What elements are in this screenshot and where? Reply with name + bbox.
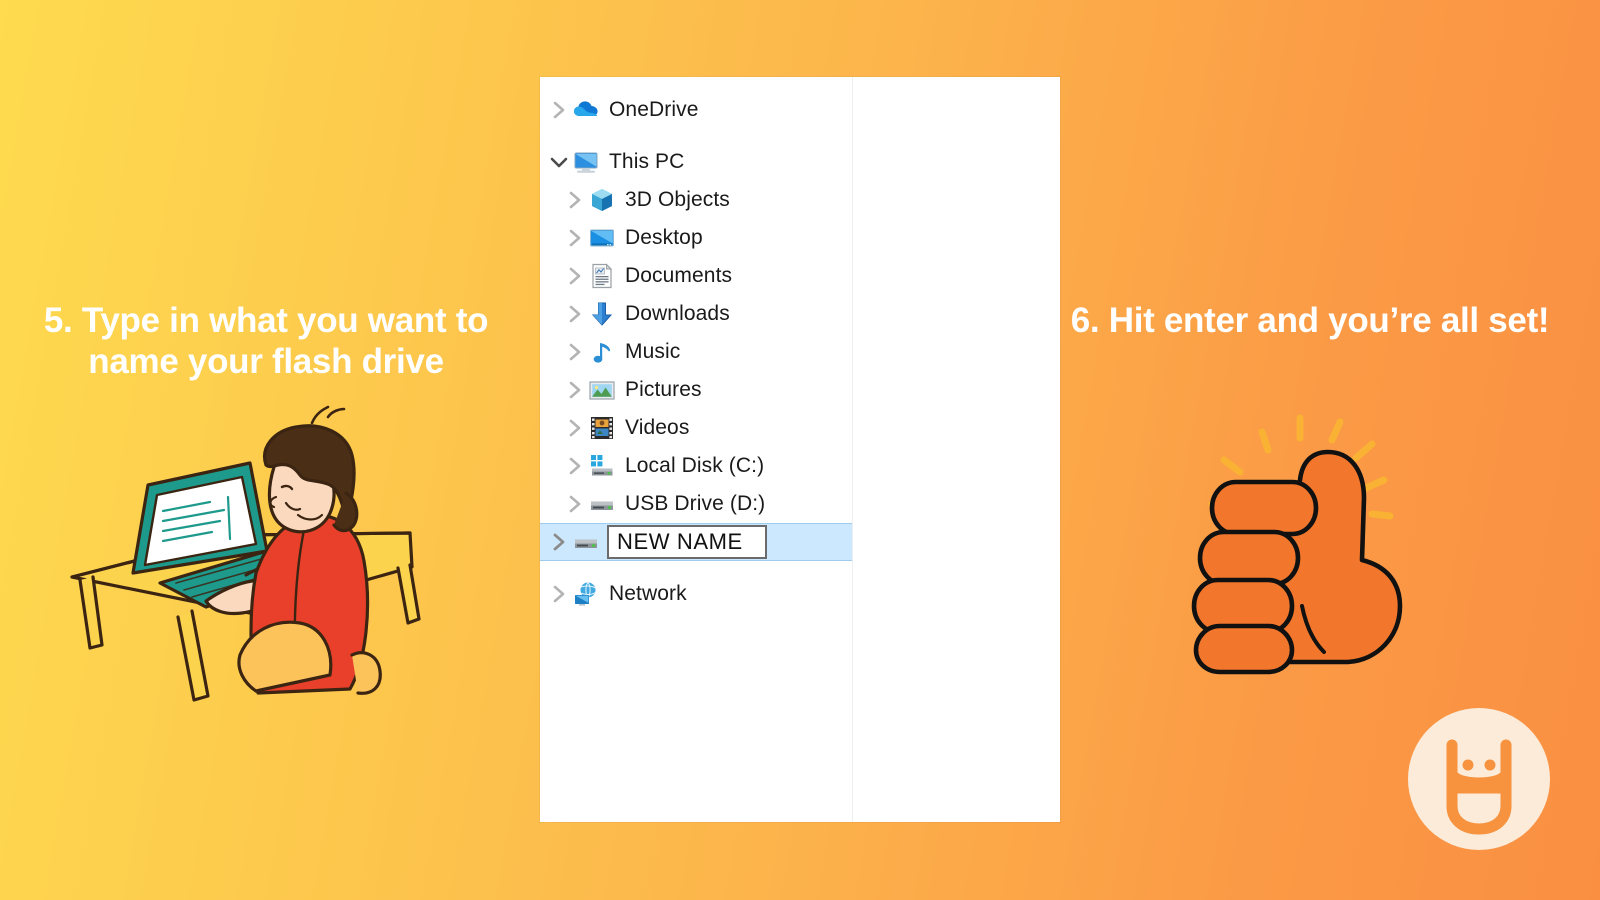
tree-item-label: Music xyxy=(625,340,681,363)
file-explorer-window: OneDrive This PC 3D Objects Desktop Docu… xyxy=(540,77,1060,822)
music-note-icon xyxy=(588,338,616,366)
videos-film-icon xyxy=(588,414,616,442)
chevron-right-icon[interactable] xyxy=(562,187,588,213)
tree-item-videos[interactable]: Videos xyxy=(540,409,852,447)
tree-item-label: 3D Objects xyxy=(625,188,730,211)
tree-item-desktop[interactable]: Desktop xyxy=(540,219,852,257)
brand-logo xyxy=(1408,708,1550,850)
chevron-right-icon[interactable] xyxy=(562,415,588,441)
tree-item-renaming-drive[interactable]: NEW NAME xyxy=(540,523,852,561)
tree-item-local-disk-c[interactable]: Local Disk (C:) xyxy=(540,447,852,485)
content-pane[interactable] xyxy=(853,77,1060,822)
caption-step-5: 5. Type in what you want to name your fl… xyxy=(43,301,489,382)
onedrive-cloud-icon xyxy=(572,96,600,124)
tree-item-label: USB Drive (D:) xyxy=(625,492,766,515)
rename-input[interactable]: NEW NAME xyxy=(607,525,767,559)
chevron-right-icon[interactable] xyxy=(546,581,572,607)
chevron-right-icon[interactable] xyxy=(562,491,588,517)
tree-item-documents[interactable]: Documents xyxy=(540,257,852,295)
person-typing-on-laptop-illustration xyxy=(60,405,450,705)
tree-item-onedrive[interactable]: OneDrive xyxy=(540,91,852,129)
chevron-right-icon[interactable] xyxy=(562,263,588,289)
chevron-right-icon[interactable] xyxy=(546,529,572,555)
tree-item-label: Network xyxy=(609,582,687,605)
downloads-arrow-icon xyxy=(588,300,616,328)
3d-objects-cube-icon xyxy=(588,186,616,214)
documents-icon xyxy=(588,262,616,290)
chevron-right-icon[interactable] xyxy=(562,225,588,251)
chevron-right-icon[interactable] xyxy=(546,97,572,123)
tree-item-label: Pictures xyxy=(625,378,702,401)
thumbs-up-illustration xyxy=(1150,410,1420,675)
tree-item-label: OneDrive xyxy=(609,98,699,121)
usb-drive-icon xyxy=(588,490,616,518)
chevron-right-icon[interactable] xyxy=(562,301,588,327)
chevron-down-icon[interactable] xyxy=(546,149,572,175)
tree-item-label: Videos xyxy=(625,416,690,439)
tree-item-label: Downloads xyxy=(625,302,730,325)
tree-item-network[interactable]: Network xyxy=(540,575,852,613)
chevron-right-icon[interactable] xyxy=(562,377,588,403)
tree-item-music[interactable]: Music xyxy=(540,333,852,371)
tree-item-this-pc[interactable]: This PC xyxy=(540,143,852,181)
tree-item-label: Documents xyxy=(625,264,733,287)
tree-item-3d-objects[interactable]: 3D Objects xyxy=(540,181,852,219)
chevron-right-icon[interactable] xyxy=(562,453,588,479)
caption-step-6: 6. Hit enter and you’re all set! xyxy=(1070,301,1550,340)
local-disk-icon xyxy=(588,452,616,480)
navigation-pane[interactable]: OneDrive This PC 3D Objects Desktop Docu… xyxy=(540,77,853,822)
usb-drive-icon xyxy=(572,528,600,556)
pictures-icon xyxy=(588,376,616,404)
tree-item-label: Local Disk (C:) xyxy=(625,454,765,477)
chevron-right-icon[interactable] xyxy=(562,339,588,365)
network-icon xyxy=(572,580,600,608)
desktop-icon xyxy=(588,224,616,252)
this-pc-monitor-icon xyxy=(572,148,600,176)
tree-item-usb-drive-d[interactable]: USB Drive (D:) xyxy=(540,485,852,523)
tree-item-label: This PC xyxy=(609,150,685,173)
tree-item-downloads[interactable]: Downloads xyxy=(540,295,852,333)
tree-item-pictures[interactable]: Pictures xyxy=(540,371,852,409)
tree-item-label: Desktop xyxy=(625,226,703,249)
